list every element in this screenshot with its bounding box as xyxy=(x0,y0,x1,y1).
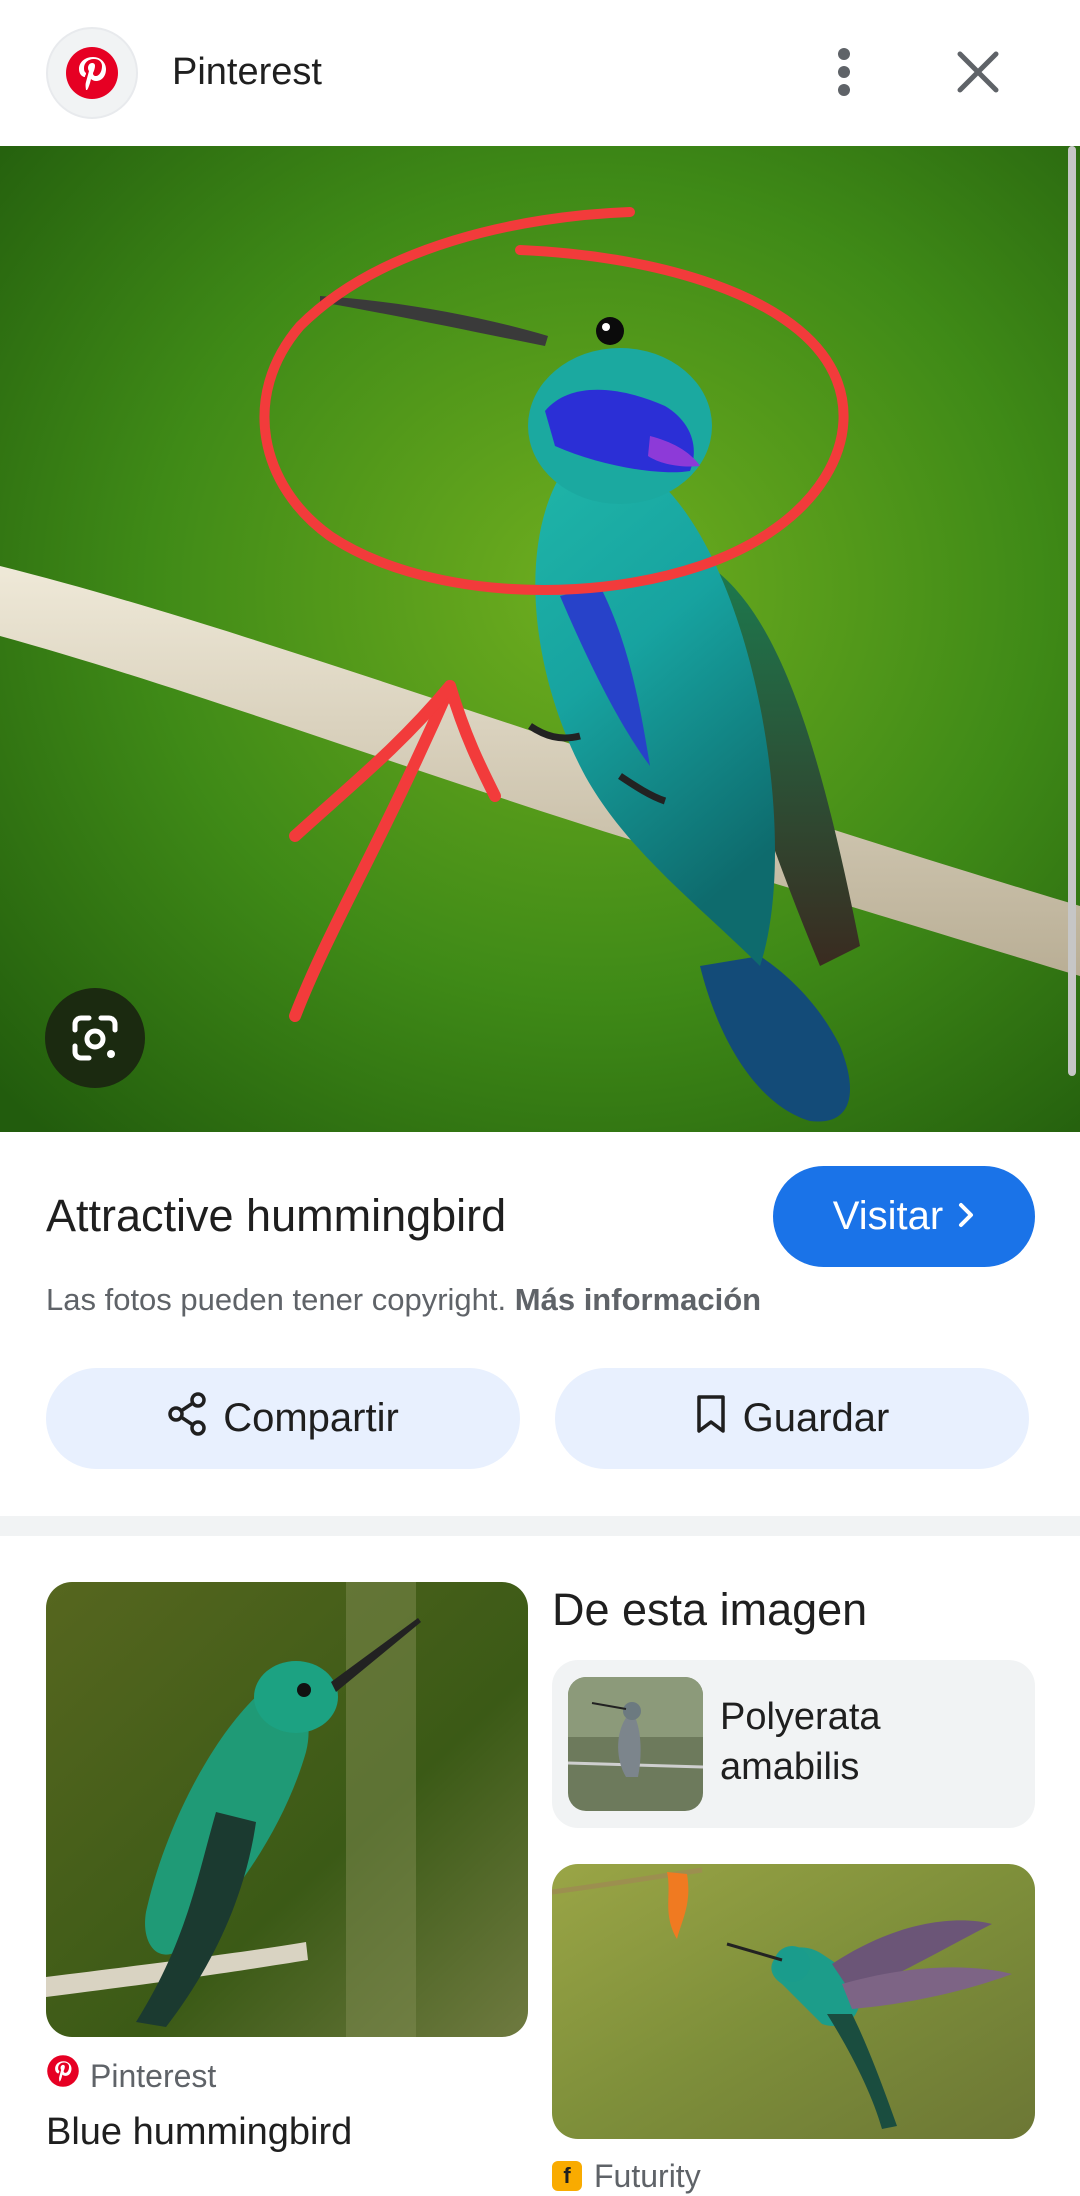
copyright-text: Las fotos pueden tener copyright. xyxy=(46,1282,507,1317)
save-button[interactable]: Guardar xyxy=(555,1368,1029,1469)
pinterest-logo-icon xyxy=(46,2054,80,2098)
source-name[interactable]: Pinterest xyxy=(172,46,322,98)
section-divider xyxy=(0,1516,1080,1536)
image-title: Attractive hummingbird xyxy=(46,1190,507,1241)
copyright-notice: Las fotos pueden tener copyright. Más in… xyxy=(46,1278,761,1322)
header-bar: Pinterest xyxy=(0,0,1080,146)
share-icon xyxy=(167,1391,207,1446)
close-icon[interactable] xyxy=(946,40,1010,104)
result-image-futurity[interactable] xyxy=(552,1864,1035,2139)
futurity-logo-icon: f xyxy=(552,2161,582,2191)
more-info-link[interactable]: Más información xyxy=(515,1282,761,1317)
share-label: Compartir xyxy=(223,1396,399,1440)
share-button[interactable]: Compartir xyxy=(46,1368,520,1469)
entity-thumbnail xyxy=(568,1677,703,1811)
visit-button-label: Visitar xyxy=(832,1194,944,1238)
visit-button[interactable]: Visitar xyxy=(773,1166,1035,1267)
chevron-right-icon xyxy=(957,1194,975,1239)
pinterest-logo-icon[interactable] xyxy=(46,27,138,119)
result-image-blue-hummingbird[interactable] xyxy=(46,1582,528,2037)
entity-name: Polyerata amabilis xyxy=(720,1696,881,1788)
result-title[interactable]: Blue hummingbird xyxy=(46,2108,352,2156)
result-source-futurity[interactable]: f Futurity xyxy=(552,2156,701,2196)
hero-image[interactable] xyxy=(0,146,1080,1132)
bookmark-icon xyxy=(695,1393,727,1445)
entity-chip[interactable]: Polyerata amabilis xyxy=(552,1660,1035,1828)
more-vert-icon[interactable] xyxy=(812,40,876,104)
result-source-name: Pinterest xyxy=(90,2058,217,2094)
scrollbar[interactable] xyxy=(1068,146,1076,1076)
google-lens-icon[interactable] xyxy=(45,988,145,1088)
save-label: Guardar xyxy=(742,1396,890,1440)
result-source-name: Futurity xyxy=(594,2158,701,2194)
result-source-pinterest[interactable]: Pinterest xyxy=(46,2054,216,2098)
section-title: De esta imagen xyxy=(552,1584,868,1635)
